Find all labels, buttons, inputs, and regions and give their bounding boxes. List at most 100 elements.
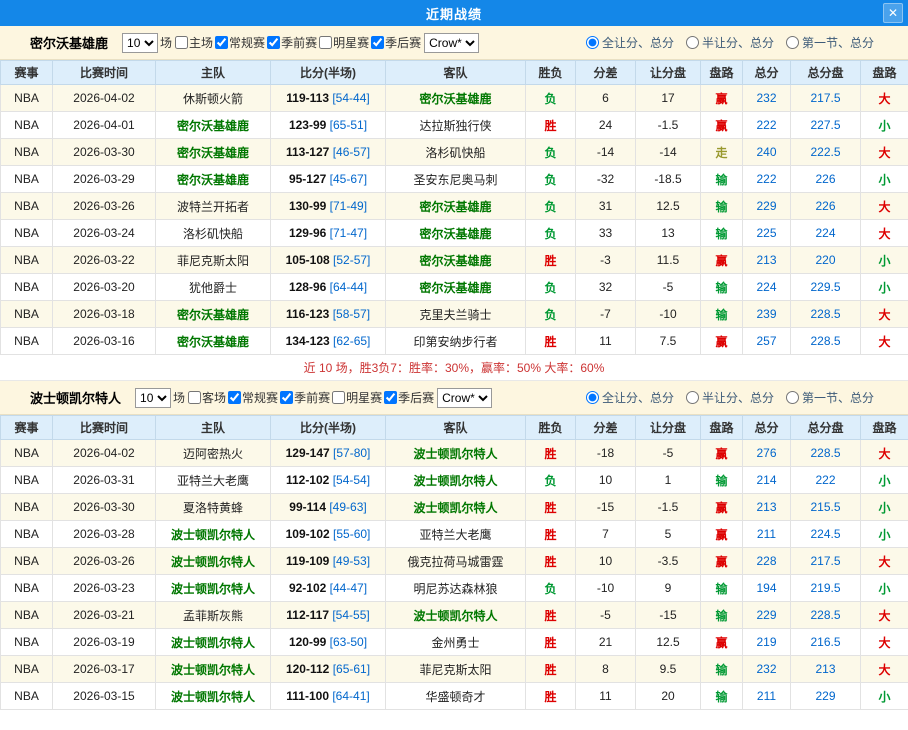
view-mode-radio[interactable]: 全让分、总分 bbox=[586, 34, 674, 51]
halftime-score: [65-51] bbox=[330, 118, 367, 132]
checkbox-input[interactable] bbox=[175, 36, 188, 49]
cell-handicap-line: 20 bbox=[636, 683, 701, 710]
table-row: NBA2026-03-15波士顿凯尔特人111-100 [64-41]华盛顿奇才… bbox=[1, 683, 908, 710]
filter-checkbox[interactable]: 常规赛 bbox=[214, 34, 265, 51]
cell-away-team: 印第安纳步行者 bbox=[386, 328, 526, 355]
radio-input[interactable] bbox=[586, 391, 599, 404]
fulltime-score: 99-114 bbox=[289, 500, 326, 514]
checkbox-input[interactable] bbox=[332, 391, 345, 404]
checkbox-input[interactable] bbox=[280, 391, 293, 404]
view-mode-radio[interactable]: 第一节、总分 bbox=[786, 389, 874, 406]
view-mode-radio[interactable]: 全让分、总分 bbox=[586, 389, 674, 406]
radio-input[interactable] bbox=[686, 391, 699, 404]
cell-home-team: 夏洛特黄蜂 bbox=[156, 494, 271, 521]
checkbox-label: 季前赛 bbox=[294, 389, 330, 406]
cell-handicap-line: 12.5 bbox=[636, 629, 701, 656]
checkbox-input[interactable] bbox=[267, 36, 280, 49]
filter-checkbox[interactable]: 季前赛 bbox=[266, 34, 317, 51]
cell-score: 111-100 [64-41] bbox=[271, 683, 386, 710]
cell-win-loss: 负 bbox=[526, 166, 576, 193]
table-row: NBA2026-03-19波士顿凯尔特人120-99 [63-50]金州勇士胜2… bbox=[1, 629, 908, 656]
table-row: NBA2026-03-26波特兰开拓者130-99 [71-49]密尔沃基雄鹿负… bbox=[1, 193, 908, 220]
view-mode-radio[interactable]: 半让分、总分 bbox=[686, 34, 774, 51]
checkbox-input[interactable] bbox=[228, 391, 241, 404]
cell-total-points: 211 bbox=[743, 683, 791, 710]
cell-score: 116-123 [58-57] bbox=[271, 301, 386, 328]
halftime-score: [65-61] bbox=[333, 662, 370, 676]
cell-handicap-line: -3.5 bbox=[636, 548, 701, 575]
cell-score: 130-99 [71-49] bbox=[271, 193, 386, 220]
filter-checkbox[interactable]: 季后赛 bbox=[383, 389, 434, 406]
cell-total-points: 276 bbox=[743, 440, 791, 467]
halftime-score: [49-63] bbox=[329, 500, 366, 514]
cell-handicap-result: 输 bbox=[701, 656, 743, 683]
cell-point-diff: -3 bbox=[576, 247, 636, 274]
company-select[interactable]: Crow* bbox=[424, 33, 479, 53]
cell-win-loss: 负 bbox=[526, 139, 576, 166]
checkbox-input[interactable] bbox=[215, 36, 228, 49]
cell-away-team: 洛杉矶快船 bbox=[386, 139, 526, 166]
cell-handicap-line: -15 bbox=[636, 602, 701, 629]
filter-checkbox[interactable]: 季前赛 bbox=[279, 389, 330, 406]
cell-win-loss: 负 bbox=[526, 467, 576, 494]
checkbox-label: 明星赛 bbox=[333, 34, 369, 51]
column-header: 让分盘 bbox=[636, 416, 701, 440]
checkbox-label: 主场 bbox=[189, 34, 213, 51]
filter-checkbox[interactable]: 主场 bbox=[174, 34, 213, 51]
fulltime-score: 116-123 bbox=[286, 307, 329, 321]
cell-handicap-line: -14 bbox=[636, 139, 701, 166]
checkbox-input[interactable] bbox=[319, 36, 332, 49]
view-mode-radio[interactable]: 第一节、总分 bbox=[786, 34, 874, 51]
cell-handicap-line: -10 bbox=[636, 301, 701, 328]
cell-home-team: 密尔沃基雄鹿 bbox=[156, 139, 271, 166]
cell-total-line: 228.5 bbox=[791, 602, 861, 629]
cell-date: 2026-03-26 bbox=[53, 548, 156, 575]
cell-total-points: 229 bbox=[743, 602, 791, 629]
cell-total-line: 226 bbox=[791, 193, 861, 220]
table-row: NBA2026-03-18密尔沃基雄鹿116-123 [58-57]克里夫兰骑士… bbox=[1, 301, 908, 328]
cell-date: 2026-03-16 bbox=[53, 328, 156, 355]
filter-checkbox[interactable]: 明星赛 bbox=[331, 389, 382, 406]
filter-checkbox[interactable]: 常规赛 bbox=[227, 389, 278, 406]
cell-win-loss: 胜 bbox=[526, 656, 576, 683]
company-select[interactable]: Crow* bbox=[437, 388, 492, 408]
table-row: NBA2026-03-17波士顿凯尔特人120-112 [65-61]菲尼克斯太… bbox=[1, 656, 908, 683]
filter-checkbox[interactable]: 季后赛 bbox=[370, 34, 421, 51]
cell-league: NBA bbox=[1, 112, 53, 139]
cell-win-loss: 负 bbox=[526, 85, 576, 112]
radio-input[interactable] bbox=[586, 36, 599, 49]
radio-input[interactable] bbox=[786, 36, 799, 49]
cell-handicap-result: 赢 bbox=[701, 247, 743, 274]
table-row: NBA2026-04-02休斯顿火箭119-113 [54-44]密尔沃基雄鹿负… bbox=[1, 85, 908, 112]
cell-handicap-result: 赢 bbox=[701, 85, 743, 112]
cell-score: 129-147 [57-80] bbox=[271, 440, 386, 467]
cell-total-line: 217.5 bbox=[791, 85, 861, 112]
cell-score: 134-123 [62-65] bbox=[271, 328, 386, 355]
fulltime-score: 130-99 bbox=[289, 199, 326, 213]
radio-input[interactable] bbox=[786, 391, 799, 404]
cell-handicap-result: 输 bbox=[701, 274, 743, 301]
halftime-score: [49-53] bbox=[333, 554, 370, 568]
cell-handicap-line: 11.5 bbox=[636, 247, 701, 274]
radio-label: 第一节、总分 bbox=[802, 389, 874, 406]
checkbox-input[interactable] bbox=[384, 391, 397, 404]
column-header: 比赛时间 bbox=[53, 61, 156, 85]
game-count-select[interactable]: 10 bbox=[135, 388, 171, 408]
cell-home-team: 波特兰开拓者 bbox=[156, 193, 271, 220]
cell-score: 129-96 [71-47] bbox=[271, 220, 386, 247]
checkbox-input[interactable] bbox=[188, 391, 201, 404]
checkbox-label: 季后赛 bbox=[385, 34, 421, 51]
view-mode-radio[interactable]: 半让分、总分 bbox=[686, 389, 774, 406]
radio-input[interactable] bbox=[686, 36, 699, 49]
filter-checkbox[interactable]: 客场 bbox=[187, 389, 226, 406]
cell-score: 113-127 [46-57] bbox=[271, 139, 386, 166]
filter-checkbox[interactable]: 明星赛 bbox=[318, 34, 369, 51]
table-row: NBA2026-03-29密尔沃基雄鹿95-127 [45-67]圣安东尼奥马刺… bbox=[1, 166, 908, 193]
checkbox-input[interactable] bbox=[371, 36, 384, 49]
cell-point-diff: -32 bbox=[576, 166, 636, 193]
close-icon[interactable]: ✕ bbox=[883, 3, 903, 23]
game-count-select[interactable]: 10 bbox=[122, 33, 158, 53]
cell-home-team: 孟菲斯灰熊 bbox=[156, 602, 271, 629]
cell-total-points: 213 bbox=[743, 247, 791, 274]
cell-date: 2026-04-02 bbox=[53, 440, 156, 467]
